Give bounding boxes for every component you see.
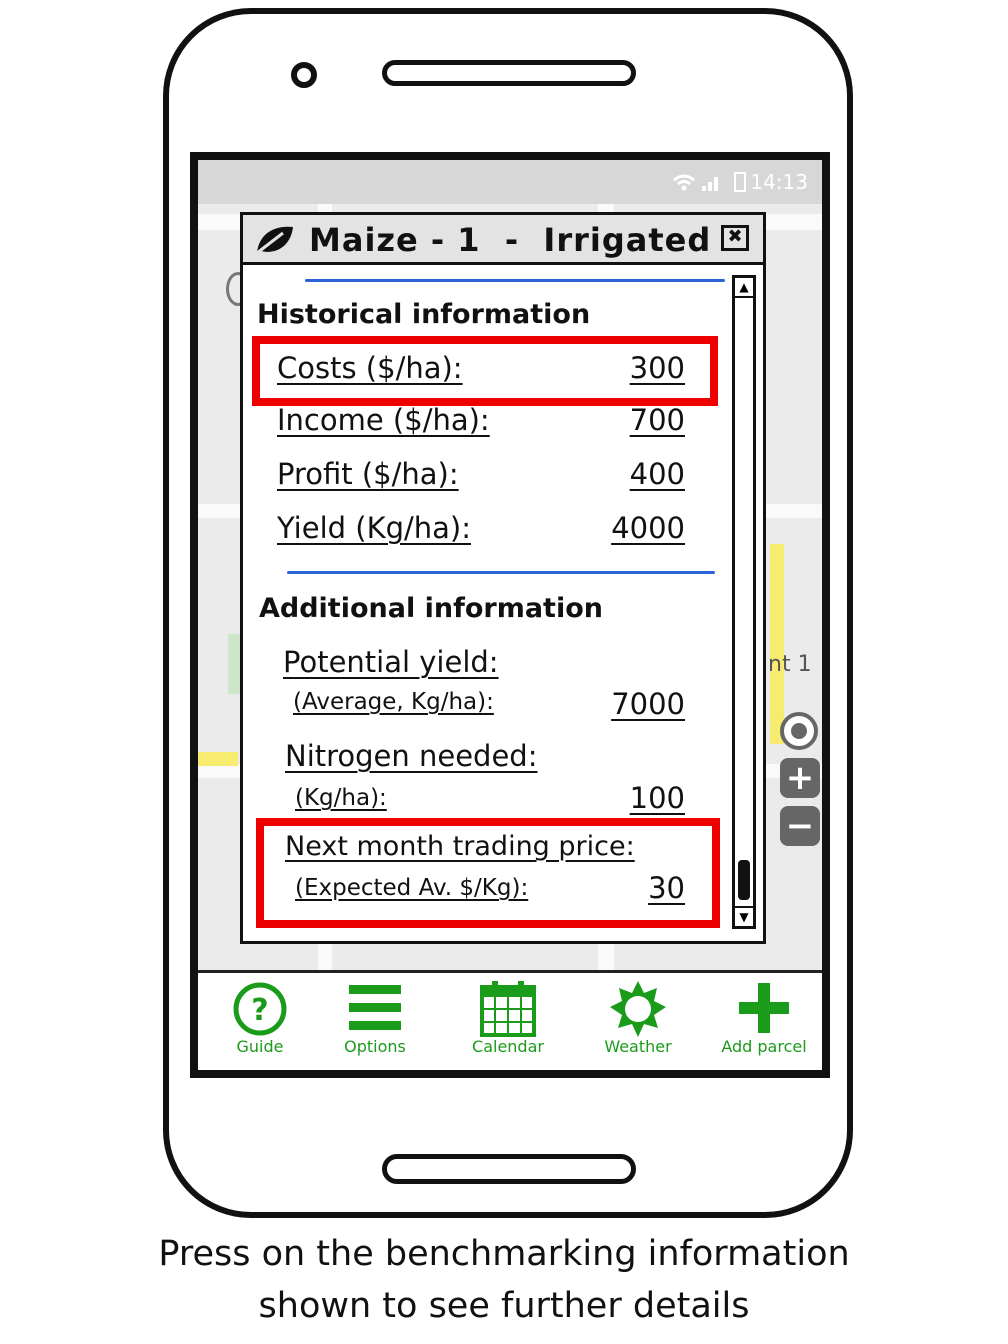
- nitrogen-sublabel[interactable]: (Kg/ha):: [295, 785, 387, 811]
- home-button[interactable]: [382, 1154, 636, 1184]
- svg-text:?: ?: [251, 993, 268, 1028]
- battery-icon: [734, 172, 746, 192]
- potential-yield-value[interactable]: 7000: [611, 687, 685, 721]
- status-bar: 14:13: [198, 160, 822, 204]
- profit-value[interactable]: 400: [630, 457, 685, 491]
- map-label: nt 1: [768, 652, 812, 677]
- income-value[interactable]: 700: [630, 403, 685, 437]
- scroll-thumb[interactable]: [738, 860, 750, 900]
- bottom-toolbar: ? Guide Options Calendar Weather Add par…: [198, 970, 822, 1070]
- scroll-down-icon[interactable]: ▼: [735, 906, 753, 926]
- caption: Press on the benchmarking information sh…: [0, 1228, 1008, 1332]
- toolbar-label: Options: [344, 1037, 406, 1056]
- menu-icon: [349, 985, 401, 1030]
- close-icon[interactable]: ✖: [721, 225, 749, 251]
- toolbar-guide[interactable]: ? Guide: [200, 973, 320, 1070]
- dialog-scrollbar[interactable]: ▲ ▼: [732, 275, 756, 929]
- toolbar-add-parcel[interactable]: Add parcel: [704, 973, 822, 1070]
- nitrogen-label[interactable]: Nitrogen needed:: [285, 739, 538, 773]
- wifi-icon: [673, 174, 718, 191]
- yield-value[interactable]: 4000: [611, 511, 685, 545]
- nitrogen-value[interactable]: 100: [630, 781, 685, 815]
- costs-highlight-box: [252, 336, 718, 406]
- separator: [287, 571, 715, 574]
- plus-icon: [739, 983, 789, 1033]
- leaf-icon: [256, 226, 293, 255]
- zoom-in-button[interactable]: +: [780, 758, 820, 798]
- help-circle-icon: ?: [233, 982, 287, 1036]
- potential-yield-label[interactable]: Potential yield:: [283, 645, 499, 679]
- speaker-grille: [382, 60, 636, 86]
- toolbar-options[interactable]: Options: [315, 973, 435, 1070]
- status-time: 14:13: [750, 170, 808, 194]
- caption-line-1: Press on the benchmarking information: [158, 1234, 850, 1274]
- locate-button[interactable]: [780, 712, 818, 750]
- camera-icon: [291, 62, 317, 88]
- income-label[interactable]: Income ($/ha):: [277, 403, 490, 437]
- historical-heading: Historical information: [257, 299, 591, 330]
- zoom-out-button[interactable]: −: [780, 806, 820, 846]
- toolbar-label: Weather: [604, 1037, 672, 1056]
- additional-heading: Additional information: [259, 593, 603, 624]
- dialog-title: Maize - 1 - Irrigated: [309, 221, 712, 259]
- separator: [305, 279, 725, 282]
- profit-label[interactable]: Profit ($/ha):: [277, 457, 459, 491]
- scroll-up-icon[interactable]: ▲: [735, 278, 753, 298]
- toolbar-calendar[interactable]: Calendar: [448, 973, 568, 1070]
- toolbar-weather[interactable]: Weather: [578, 973, 698, 1070]
- toolbar-label: Guide: [236, 1037, 284, 1056]
- toolbar-label: Calendar: [472, 1037, 544, 1056]
- sun-icon: [610, 981, 666, 1037]
- calendar-icon: [480, 981, 536, 1037]
- potential-yield-sublabel[interactable]: (Average, Kg/ha):: [293, 689, 494, 715]
- toolbar-label: Add parcel: [721, 1037, 807, 1056]
- trading-price-highlight-box: [256, 818, 720, 928]
- caption-line-2: shown to see further details: [258, 1286, 750, 1326]
- yield-label[interactable]: Yield (Kg/ha):: [277, 511, 471, 545]
- dialog-titlebar: Maize - 1 - Irrigated ✖: [243, 215, 763, 265]
